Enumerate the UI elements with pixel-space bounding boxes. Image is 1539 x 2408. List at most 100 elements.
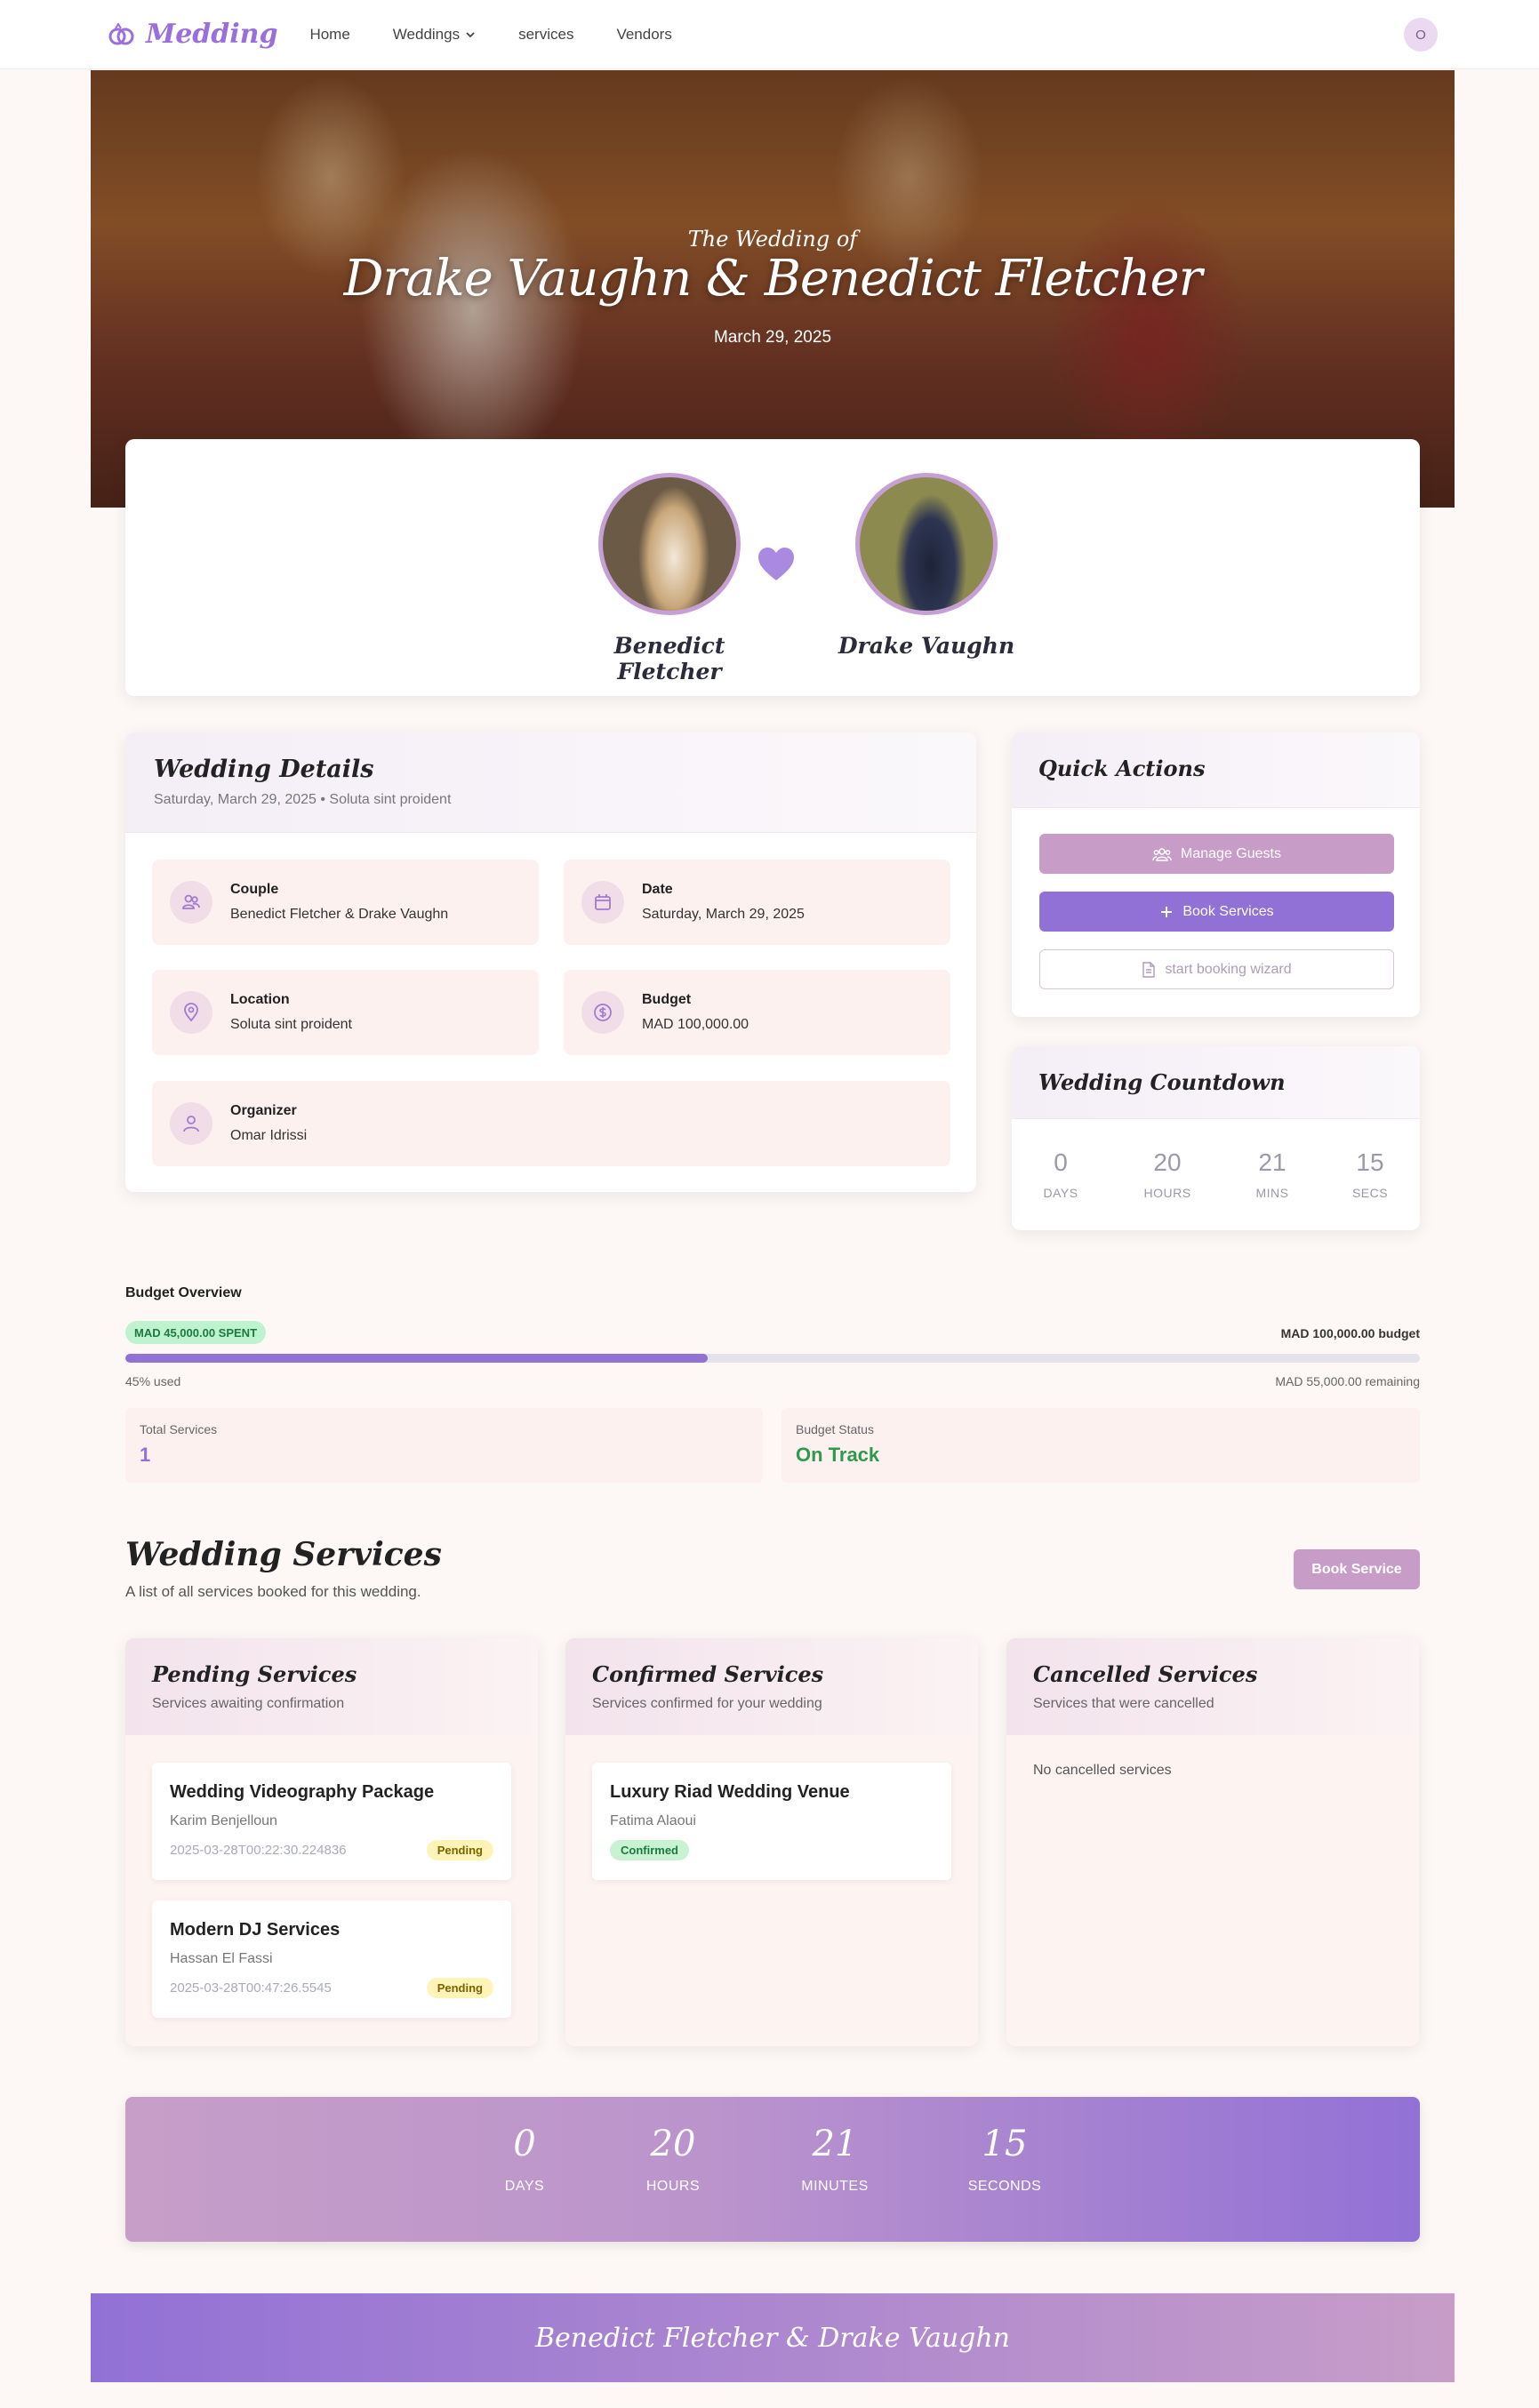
couple-label: Couple [230,882,279,897]
organizer-value: Omar Idrissi [230,1128,308,1143]
date-value: Saturday, March 29, 2025 [642,907,805,922]
countdown-secs: 15 SECS [1335,1148,1406,1200]
budget-info: Budget MAD 100,000.00 [564,970,950,1055]
banner-hours: 20 HOURS [611,2124,735,2195]
users-icon [170,881,212,924]
cancelled-services-subtitle: Services that were cancelled [1033,1696,1214,1711]
banner-seconds-value: 15 [982,2124,1028,2164]
service-item[interactable]: Wedding Videography Package Karim Benjel… [152,1763,511,1880]
nav-link-services[interactable]: services [518,26,573,44]
user-icon [170,1102,212,1145]
wedding-services-title: Wedding Services [125,1536,442,1573]
confirmed-services-subtitle: Services confirmed for your wedding [592,1696,822,1711]
budget-label: Budget [642,992,692,1007]
wedding-countdown-title: Wedding Countdown [1038,1069,1286,1095]
status-badge: Pending [426,1840,493,1860]
pending-services-column: Pending Services Services awaiting confi… [125,1638,538,2046]
budget-status-value: On Track [796,1444,880,1466]
service-vendor: Hassan El Fassi [170,1951,273,1966]
nav-link-vendors[interactable]: Vendors [616,26,671,44]
quick-actions-title: Quick Actions [1038,756,1206,781]
confirmed-services-column: Confirmed Services Services confirmed fo… [565,1638,978,2046]
service-name: Modern DJ Services [170,1920,341,1940]
start-booking-wizard-button[interactable]: start booking wizard [1039,949,1394,989]
budget-progress-fill [125,1354,709,1363]
dollar-circle-icon [581,991,624,1034]
confirmed-services-title: Confirmed Services [592,1661,824,1687]
start-booking-wizard-label: start booking wizard [1165,961,1292,977]
banner-hours-value: 20 [650,2124,696,2164]
banner-seconds: 15 SECONDS [942,2124,1067,2195]
service-vendor: Fatima Alaoui [610,1813,696,1828]
service-vendor: Karim Benjelloun [170,1813,277,1828]
budget-used: 45% used [125,1374,181,1388]
banner-minutes-value: 21 [812,2124,858,2164]
calendar-icon [581,881,624,924]
countdown-hours: 20 HOURS [1132,1148,1203,1200]
banner-minutes: 21 MINUTES [773,2124,897,2195]
location-label: Location [230,992,290,1007]
no-cancelled-services: No cancelled services [1033,1763,1172,1778]
service-date: 2025-03-28T00:22:30.224836 [170,1843,347,1858]
service-name: Luxury Riad Wedding Venue [610,1782,850,1802]
brand-name: Medding [146,19,278,50]
user-avatar[interactable]: O [1404,18,1438,52]
manage-guests-label: Manage Guests [1181,845,1281,861]
book-service-button[interactable]: Book Service [1294,1549,1420,1589]
service-item[interactable]: Luxury Riad Wedding Venue Fatima Alaoui … [592,1763,951,1880]
cancelled-services-title: Cancelled Services [1033,1661,1258,1687]
wedding-details-subtitle: Saturday, March 29, 2025 • Soluta sint p… [154,792,452,807]
countdown-hours-value: 20 [1153,1148,1182,1176]
location-info: Location Soluta sint proident [152,970,539,1055]
heart-icon [757,544,796,592]
wedding-details-title: Wedding Details [154,756,374,783]
banner-days-label: DAYS [504,2179,545,2194]
service-date: 2025-03-28T00:47:26.5545 [170,1980,332,1996]
book-services-label: Book Services [1182,903,1274,919]
guests-icon [1152,847,1172,861]
countdown-hours-label: HOURS [1143,1186,1191,1200]
status-badge: Pending [426,1978,493,1998]
budget-progress-bar [125,1354,1420,1363]
rings-icon [108,22,134,44]
service-item[interactable]: Modern DJ Services Hassan El Fassi 2025-… [152,1900,511,2018]
footer-banner: Benedict Fletcher & Drake Vaughn [91,2293,1455,2382]
countdown-days-value: 0 [1054,1148,1068,1176]
banner-hours-label: HOURS [645,2179,701,2194]
banner-days: 0 DAYS [462,2124,587,2195]
pending-services-title: Pending Services [152,1661,357,1687]
quick-actions-card: Quick Actions Manage Guests Book Service… [1012,732,1420,1017]
brand-logo[interactable]: Medding [108,19,277,50]
couple-info: Couple Benedict Fletcher & Drake Vaughn [152,860,539,945]
partner-2: Drake Vaughn [824,473,1029,659]
budget-remaining: MAD 55,000.00 remaining [1275,1374,1420,1388]
partner-1-photo [598,473,741,615]
wedding-countdown-card: Wedding Countdown 0 DAYS 20 HOURS 21 MINS 1… [1012,1046,1420,1230]
countdown-mins: 21 MINS [1237,1148,1308,1200]
budget-status-label: Budget Status [796,1422,874,1436]
manage-guests-button[interactable]: Manage Guests [1039,834,1394,874]
service-name: Wedding Videography Package [170,1782,435,1802]
book-services-button[interactable]: Book Services [1039,892,1394,932]
couple-card: Benedict Fletcher Drake Vaughn [125,439,1420,696]
countdown-mins-value: 21 [1258,1148,1287,1176]
budget-spent-badge: MAD 45,000.00 SPENT [125,1321,267,1344]
plus-icon [1161,906,1173,917]
countdown-secs-label: SECS [1351,1186,1389,1200]
budget-status-stat: Budget Status On Track [782,1408,1420,1483]
total-services-label: Total Services [140,1422,218,1436]
partner-1-name: Benedict Fletcher [613,633,725,684]
date-info: Date Saturday, March 29, 2025 [564,860,950,945]
footer-names: Benedict Fletcher & Drake Vaughn [535,2322,1010,2354]
nav-link-home[interactable]: Home [309,26,349,44]
countdown-days-label: DAYS [1043,1186,1078,1200]
chevron-down-icon [466,31,475,37]
total-services-value: 1 [140,1444,151,1466]
map-pin-icon [170,991,212,1034]
hero-title: Drake Vaughn & Benedict Fletcher [343,250,1203,308]
location-value: Soluta sint proident [230,1017,352,1032]
nav-link-weddings[interactable]: Weddings [393,26,476,44]
banner-days-value: 0 [513,2124,536,2164]
budget-total: MAD 100,000.00 budget [1280,1326,1420,1340]
banner-minutes-label: MINUTES [801,2179,869,2194]
